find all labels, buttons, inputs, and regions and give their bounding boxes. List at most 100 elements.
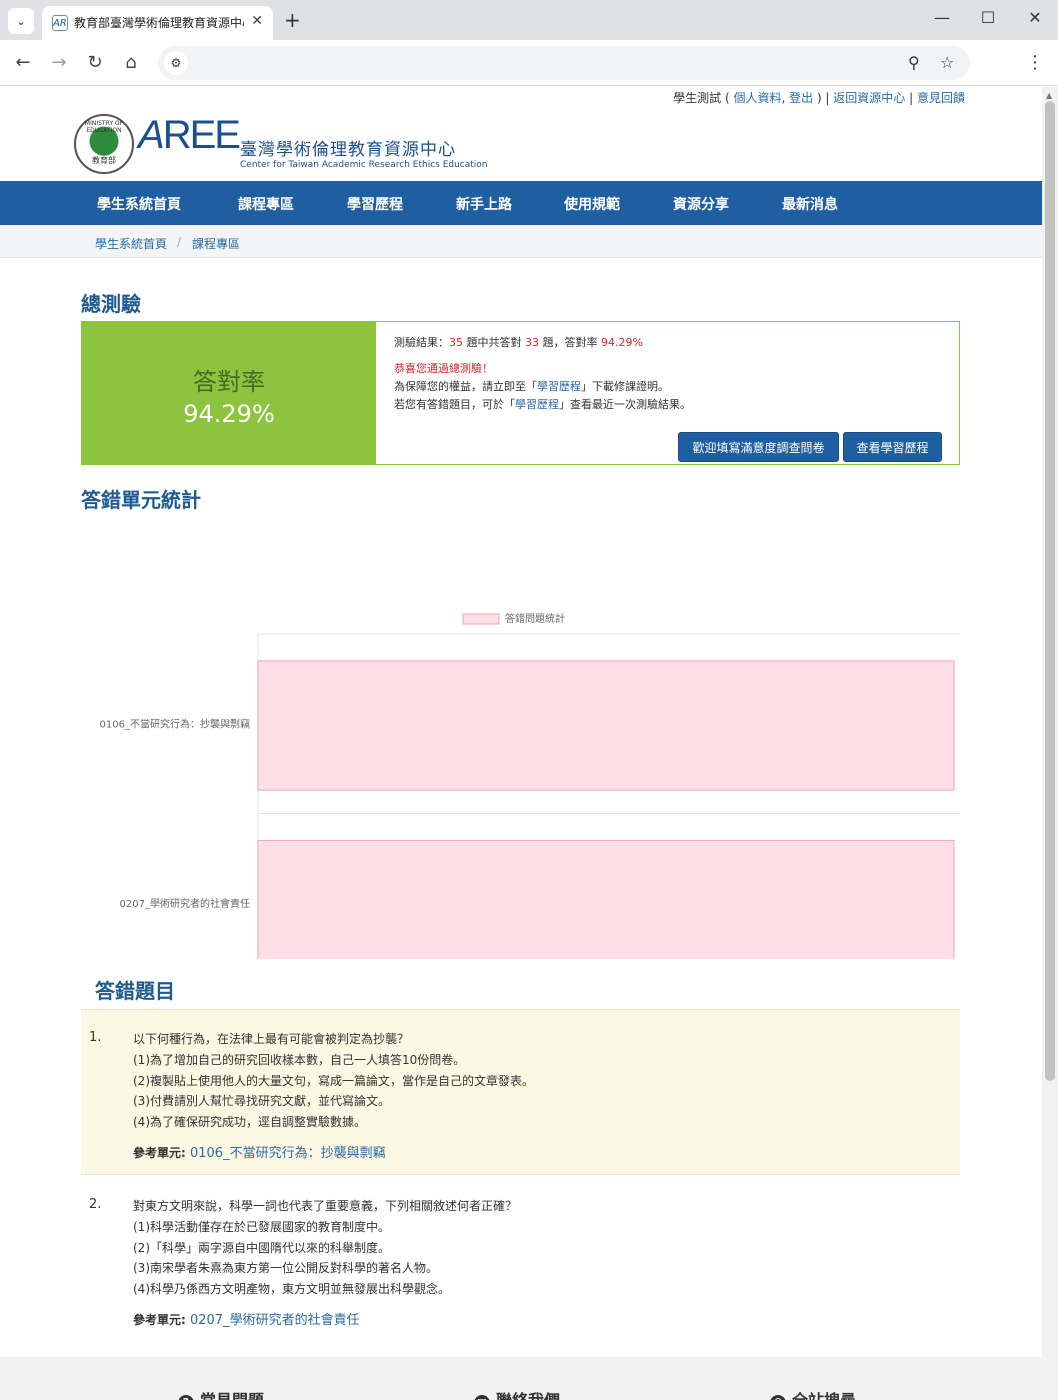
chart-svg: 答錯問題統計0106_不當研究行為：抄襲與剽竊0207_學術研究者的社會責任01: [100, 612, 960, 959]
question-text: 對東方文明來說，科學一詞也代表了重要意義，下列相關敘述何者正確？: [133, 1199, 518, 1213]
tab-search-button[interactable]: ⌄: [8, 8, 34, 34]
question-option: (3)南宋學者朱熹為東方第一位公開反對科學的著名人物。: [133, 1261, 439, 1275]
wrong-question-1: 1. 以下何種行為，在法律上最有可能會被判定為抄襲？ (1)為了增加自己的研究回…: [81, 1009, 960, 1175]
scroll-up-arrow-icon[interactable]: ▲: [1046, 91, 1052, 100]
zoom-icon[interactable]: ⚲: [908, 53, 920, 72]
breadcrumb-courses[interactable]: 課程專區: [192, 235, 240, 252]
tab-title: 教育部臺灣學術倫理教育資源中心: [74, 16, 244, 30]
browser-tab[interactable]: AR 教育部臺灣學術倫理教育資源中心 ✕: [42, 6, 273, 40]
footer-search[interactable]: ⚲ 全站搜尋: [770, 1387, 856, 1400]
rate-value: 94.29%: [183, 400, 275, 428]
question-option: (1)為了增加自己的研究回收樣本數，自己一人填答10份問卷。: [133, 1053, 466, 1067]
stats-title: 答錯單元統計: [81, 488, 201, 512]
rate-inline: 94.29%: [601, 336, 643, 349]
result-mid: 題中共答對: [463, 336, 525, 349]
legend-swatch: [462, 613, 500, 625]
question-option: (3)付費請別人幫忙尋找研究文獻，並代寫論文。: [133, 1094, 390, 1108]
wrong-unit-chart: 答錯問題統計0106_不當研究行為：抄襲與剽竊0207_學術研究者的社會責任01: [60, 519, 980, 959]
feedback-link[interactable]: 意見回饋: [917, 91, 965, 105]
back-icon[interactable]: ←: [12, 52, 34, 73]
nav-item-student-home[interactable]: 學生系統首頁: [97, 194, 181, 214]
reference-label: 參考單元:: [133, 1313, 190, 1327]
view-history-button[interactable]: 查看學習歷程: [843, 432, 942, 462]
question-icon: ?: [178, 1395, 194, 1400]
nav-item-learning-history[interactable]: 學習歷程: [347, 194, 403, 214]
bar: [257, 660, 955, 791]
question-text: 以下何種行為，在法律上最有可能會被判定為抄襲？: [133, 1032, 410, 1046]
rate-label: 答對率: [193, 368, 265, 396]
minimize-icon[interactable]: —: [927, 8, 957, 27]
back-to-center-link[interactable]: 返回資源中心: [833, 91, 905, 105]
page-viewport: 學生測試 ( 個人資料, 登出 ) | 返回資源中心 | 意見回饋 MINIST…: [0, 87, 1042, 1400]
question-option: (4)為了確保研究成功，逕自調整實驗數據。: [133, 1115, 366, 1129]
bar: [257, 839, 955, 959]
favicon-icon: AR: [52, 15, 68, 31]
question-number: 2.: [89, 1197, 102, 1212]
notice-text-a: 為保障您的權益，請立即至「: [394, 380, 537, 393]
home-icon[interactable]: ⌂: [120, 52, 142, 73]
reference-unit-link[interactable]: 0207_學術研究者的社會責任: [190, 1313, 360, 1328]
learning-history-link-2[interactable]: 學習歷程: [515, 398, 559, 411]
reference-unit-link[interactable]: 0106_不當研究行為：抄襲與剽竊: [190, 1146, 386, 1161]
legend-label: 答錯問題統計: [505, 612, 565, 625]
bookmark-star-icon[interactable]: ☆: [940, 53, 954, 72]
footer-contact[interactable]: ✉ 聯絡我們: [474, 1387, 560, 1400]
question-option: (1)科學活動僅存在於已發展國家的教育制度中。: [133, 1220, 390, 1234]
footer-faq-label: 常見問題: [200, 1391, 264, 1400]
nav-item-getting-started[interactable]: 新手上路: [456, 194, 512, 214]
notice-text-c: 若您有答錯題目，可於「: [394, 398, 515, 411]
congrats-message: 恭喜您通過總測驗！: [394, 362, 493, 375]
notice-text-b: 」下載修課證明。: [581, 380, 669, 393]
question-option: (4)科學乃係西方文明產物，東方文明並無發展出科學觀念。: [133, 1282, 451, 1296]
forward-icon[interactable]: →: [48, 52, 70, 73]
nav-item-courses[interactable]: 課程專區: [238, 194, 294, 214]
tab-close-icon[interactable]: ✕: [251, 13, 263, 29]
footer: ? 常見問題 ✉ 聯絡我們 ⚲ 全站搜尋: [0, 1357, 1042, 1400]
new-tab-button[interactable]: +: [284, 8, 301, 32]
profile-link[interactable]: 個人資料: [733, 91, 781, 105]
page-scrollbar[interactable]: ▲: [1042, 87, 1058, 1400]
footer-faq[interactable]: ? 常見問題: [178, 1387, 264, 1400]
reload-icon[interactable]: ↻: [84, 52, 106, 73]
mail-icon: ✉: [474, 1395, 490, 1400]
notice-text-d: 」查看最近一次測驗結果。: [559, 398, 691, 411]
breadcrumb: 學生系統首頁 / 課程專區: [0, 225, 1042, 258]
question-number: 1.: [89, 1030, 102, 1045]
address-bar[interactable]: ⚙ ⚲ ☆: [158, 46, 970, 80]
y-tick-label: 0106_不當研究行為：抄襲與剽竊: [100, 717, 250, 730]
top-links: 學生測試 ( 個人資料, 登出 ) | 返回資源中心 | 意見回饋: [673, 89, 965, 106]
student-name: 學生測試: [673, 91, 722, 105]
breadcrumb-home[interactable]: 學生系統首頁: [95, 235, 167, 252]
site-title-cn: 臺灣學術倫理教育資源中心: [240, 140, 456, 160]
paren-open: (: [721, 91, 734, 105]
result-summary: 測驗結果：35 題中共答對 33 題，答對率 94.29%: [394, 334, 643, 350]
aree-logo[interactable]: AREE: [138, 113, 241, 158]
seal-ring-text: MINISTRY OF EDUCATION: [84, 120, 124, 134]
seal-text: 教育部: [92, 156, 116, 165]
learning-history-link[interactable]: 學習歷程: [537, 380, 581, 393]
ministry-seal-logo[interactable]: MINISTRY OF EDUCATION 教育部: [74, 114, 134, 174]
reference-unit: 參考單元: 0207_學術研究者的社會責任: [133, 1309, 360, 1328]
result-suffix: 題，答對率: [539, 336, 601, 349]
survey-button[interactable]: 歡迎填寫滿意度調查問卷: [678, 432, 839, 462]
exam-result-panel: 答對率 94.29% 測驗結果：35 題中共答對 33 題，答對率 94.29%…: [81, 321, 960, 465]
site-title-en: Center for Taiwan Academic Research Ethi…: [240, 160, 488, 170]
maximize-icon[interactable]: ☐: [973, 8, 1003, 27]
score-panel: 答對率 94.29%: [82, 322, 376, 464]
site-info-icon[interactable]: ⚙: [164, 51, 188, 75]
nav-item-news[interactable]: 最新消息: [782, 194, 838, 214]
exam-title: 總測驗: [81, 292, 141, 316]
nav-item-resources[interactable]: 資源分享: [673, 194, 729, 214]
wrong-question-2: 2. 對東方文明來說，科學一詞也代表了重要意義，下列相關敘述何者正確？ (1)科…: [81, 1177, 960, 1347]
breadcrumb-separator: /: [177, 235, 182, 249]
browser-menu-icon[interactable]: ⋮: [1026, 52, 1044, 73]
comma: ,: [781, 91, 790, 105]
result-prefix: 測驗結果：: [394, 336, 449, 349]
search-icon: ⚲: [770, 1395, 786, 1400]
separator: |: [905, 91, 917, 105]
nav-item-usage-rules[interactable]: 使用規範: [564, 194, 620, 214]
window-close-icon[interactable]: ✕: [1020, 8, 1050, 27]
logout-link[interactable]: 登出: [789, 91, 813, 105]
browser-tab-bar: ⌄ AR 教育部臺灣學術倫理教育資源中心 ✕ + — ☐ ✕: [0, 0, 1058, 40]
scroll-thumb[interactable]: [1045, 101, 1055, 1081]
